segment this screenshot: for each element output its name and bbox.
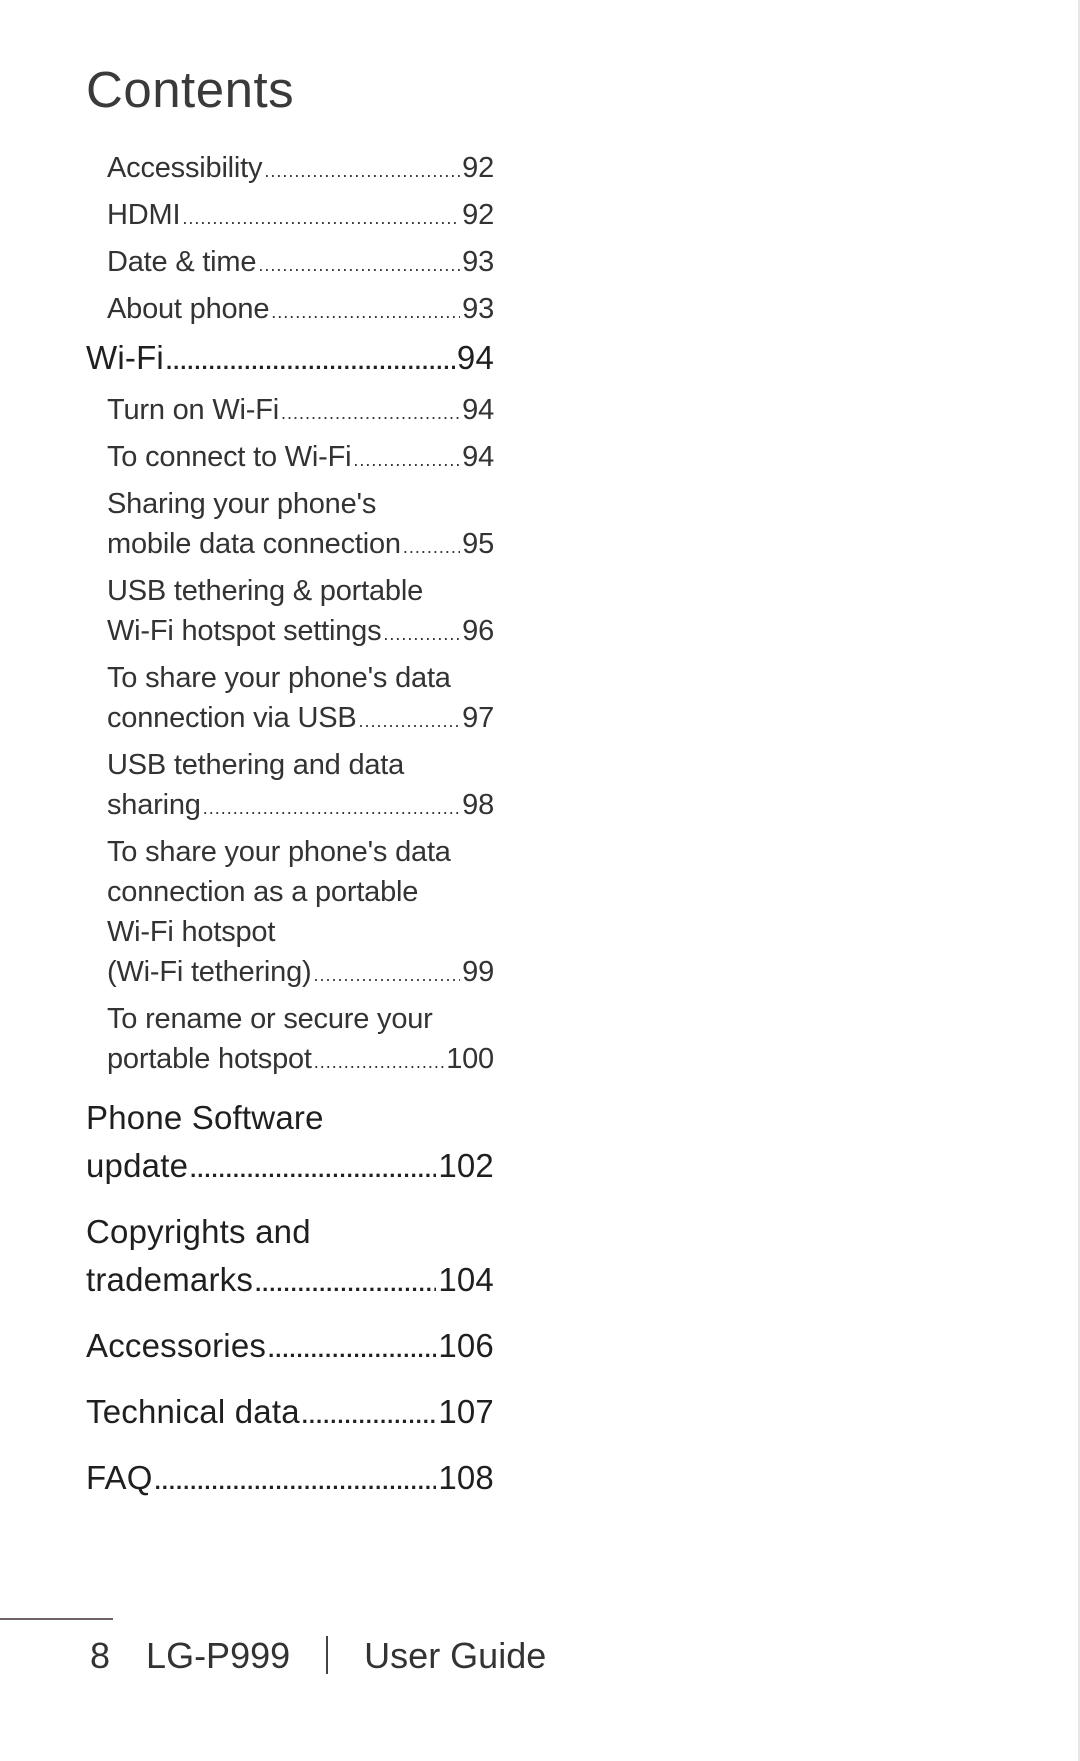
toc-entry-page: 92 [462,199,494,231]
toc-entry-page: 100 [446,1043,494,1075]
toc-entry-label: sharing [107,789,201,821]
dot-leader [281,393,460,433]
toc-section-label: FAQ [86,1459,153,1496]
toc-entry-share-as-hotspot[interactable]: To share your phone's data connection as… [107,832,494,995]
toc-section-accessories[interactable]: Accessories 106 [86,1322,494,1374]
footer-rule [0,1618,113,1620]
toc-entry-line: USB tethering & portable [107,575,423,607]
dot-leader [182,198,460,238]
dot-leader [264,151,460,191]
toc-entry-page: 96 [462,615,494,647]
toc-entry-usb-tethering-data-sharing[interactable]: USB tethering and data sharing 98 [107,745,494,828]
toc-entry-page: 93 [462,246,494,278]
toc-entry-line: To rename or secure your [107,1003,433,1035]
toc-entry-turn-on-wifi[interactable]: Turn on Wi-Fi 94 [107,390,494,433]
toc-section-label: Technical data [86,1393,300,1430]
toc-entry-about-phone[interactable]: About phone 93 [107,289,494,332]
toc-entry-page: 94 [462,441,494,473]
dot-leader [359,701,461,741]
toc-entry-line: Wi-Fi hotspot [107,916,276,948]
toc-entry-label: Accessibility [107,152,263,184]
toc-entry-label: About phone [107,293,270,325]
page-title: Contents [86,61,295,118]
toc-entry-label: (Wi-Fi tethering) [107,956,312,988]
toc-entry-line: connection as a portable [107,876,419,908]
dot-leader [203,788,460,828]
dot-leader [255,1260,436,1308]
dot-leader [383,614,460,654]
toc-entry-label: mobile data connection [107,528,401,560]
toc-entry-line: To share your phone's data [107,662,451,694]
toc-entry-line: To share your phone's data [107,836,451,868]
toc-entry-label: Turn on Wi-Fi [107,394,279,426]
toc-section-faq[interactable]: FAQ 108 [86,1454,494,1506]
toc-entry-label: connection via USB [107,702,357,734]
toc-entry-share-via-usb[interactable]: To share your phone's data connection vi… [107,658,494,741]
page-footer: 8 LG-P999 User Guide [90,1634,546,1678]
toc-entry-label: Date & time [107,246,257,278]
dot-leader [353,440,460,480]
dot-leader [302,1392,437,1440]
toc-entry-label: portable hotspot [107,1043,312,1075]
toc-entry-date-time[interactable]: Date & time 93 [107,242,494,285]
toc-entry-rename-secure-hotspot[interactable]: To rename or secure your portable hotspo… [107,999,494,1082]
toc-section-label: Wi-Fi [86,339,164,376]
page-number: 8 [90,1635,111,1676]
dot-leader [271,292,460,332]
footer-separator [326,1636,329,1674]
toc-section-page: 104 [438,1261,494,1298]
toc-entry-usb-tethering-hotspot-settings[interactable]: USB tethering & portable Wi-Fi hotspot s… [107,571,494,654]
dot-leader [403,527,460,567]
toc-section-label: update [86,1147,189,1184]
dot-leader [155,1458,437,1506]
guide-name: User Guide [364,1635,547,1676]
dot-leader [268,1326,436,1374]
toc-section-line: Phone Software [86,1099,324,1136]
toc-section-phone-software-update[interactable]: Phone Software update 102 [86,1094,494,1194]
toc-entry-line: USB tethering and data [107,749,405,781]
toc-section-page: 106 [438,1327,494,1364]
toc-entry-page: 92 [462,152,494,184]
toc-entry-page: 95 [462,528,494,560]
toc-section-label: trademarks [86,1261,254,1298]
dot-leader [314,1042,444,1082]
table-of-contents: Accessibility 92 HDMI 92 Date & time 93 … [86,148,494,1506]
model-name: LG-P999 [146,1635,291,1676]
toc-section-page: 107 [438,1393,494,1430]
toc-entry-hdmi[interactable]: HDMI 92 [107,195,494,238]
toc-entry-label: Wi-Fi hotspot settings [107,615,382,647]
toc-entry-page: 97 [462,702,494,734]
toc-entry-label: To connect to Wi-Fi [107,441,352,473]
toc-entry-accessibility[interactable]: Accessibility 92 [107,148,494,191]
toc-entry-page: 93 [462,293,494,325]
toc-section-line: Copyrights and [86,1213,311,1250]
dot-leader [258,245,460,285]
toc-entry-page: 98 [462,789,494,821]
toc-entry-page: 99 [462,956,494,988]
toc-section-label: Accessories [86,1327,267,1364]
toc-entry-line: Sharing your phone's [107,488,377,520]
toc-section-wifi[interactable]: Wi-Fi 94 [86,334,494,386]
toc-section-page: 94 [456,339,494,376]
toc-entry-label: HDMI [107,199,181,231]
dot-leader [313,955,460,995]
toc-section-page: 102 [438,1147,494,1184]
toc-section-copyrights-trademarks[interactable]: Copyrights and trademarks 104 [86,1208,494,1308]
toc-section-technical-data[interactable]: Technical data 107 [86,1388,494,1440]
toc-section-page: 108 [438,1459,494,1496]
dot-leader [190,1146,436,1194]
toc-entry-connect-to-wifi[interactable]: To connect to Wi-Fi 94 [107,437,494,480]
dot-leader [166,338,455,386]
toc-entry-page: 94 [462,394,494,426]
toc-entry-sharing-mobile-data[interactable]: Sharing your phone's mobile data connect… [107,484,494,567]
